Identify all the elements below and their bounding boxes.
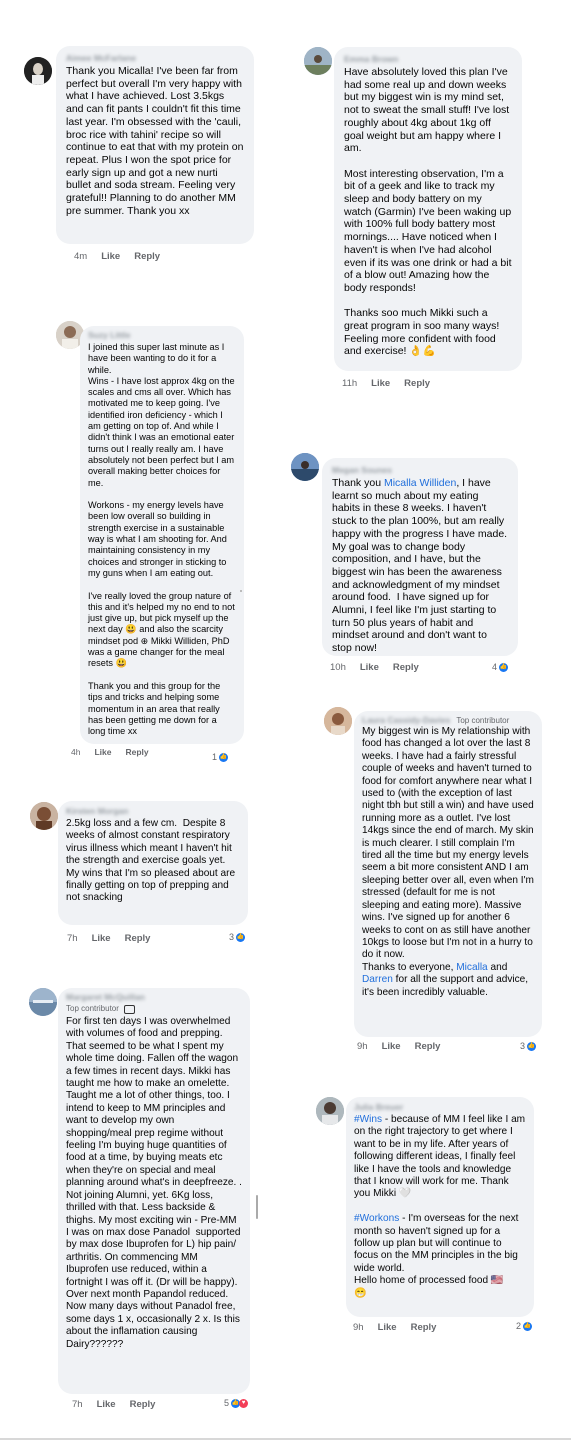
comment-bubble: Aimee McFarlane Thank you Micalla! I've … <box>56 46 254 244</box>
top-contributor-badge: Top contributor <box>66 1004 119 1013</box>
comment-bubble: Megan Sounes Thank you Micalla Williden,… <box>322 458 518 656</box>
comment-author[interactable]: Suzy Little <box>88 330 236 341</box>
comment-time[interactable]: 10h <box>330 662 346 673</box>
avatar[interactable] <box>29 988 57 1016</box>
like-button[interactable]: Like <box>382 1041 401 1052</box>
comment-text: For first ten days I was overwhelmed wit… <box>66 1016 245 1350</box>
like-button[interactable]: Like <box>101 251 120 262</box>
mention-link[interactable]: Micalla <box>456 962 487 973</box>
reaction-count[interactable]: 4 👍 <box>492 662 509 672</box>
like-icon: 👍 <box>499 662 509 672</box>
comment-bubble: Margaret McQuillan Top contributor For f… <box>58 988 250 1394</box>
like-button[interactable]: Like <box>92 933 111 944</box>
comment-time[interactable]: 9h <box>357 1041 368 1052</box>
comment-time[interactable]: 4m <box>74 251 87 262</box>
comment-time[interactable]: 7h <box>72 1399 83 1410</box>
scrollbar-thumb[interactable] <box>256 1195 258 1219</box>
reaction-count[interactable]: 1 👍 <box>212 752 229 762</box>
comment-author[interactable]: Kirsten Morgan <box>66 806 240 817</box>
hashtag-link[interactable]: #Wins <box>354 1114 382 1125</box>
comment-time[interactable]: 9h <box>353 1322 364 1333</box>
comment-author[interactable]: Aimee McFarlane <box>66 53 244 64</box>
reply-button[interactable]: Reply <box>125 933 151 944</box>
avatar[interactable] <box>324 707 352 735</box>
comment-text: 2.5kg loss and a few cm. Despite 8 weeks… <box>66 818 236 904</box>
comment-time[interactable]: 11h <box>342 378 357 389</box>
mention-link[interactable]: Micalla Williden <box>384 477 456 489</box>
reply-button[interactable]: Reply <box>411 1322 437 1333</box>
comment-time[interactable]: 7h <box>67 933 78 944</box>
comment-bubble: Julia Breuer #Wins - because of MM I fee… <box>346 1097 534 1317</box>
reaction-count[interactable]: 3 👍 <box>520 1041 537 1051</box>
comment-author[interactable]: Laura Cassidy-Davies <box>362 715 450 726</box>
comment-text: My biggest win is My relationship with f… <box>362 726 534 998</box>
like-button[interactable]: Like <box>97 1399 116 1410</box>
avatar[interactable] <box>291 453 319 481</box>
comment-text: #Wins - because of MM I feel like I am o… <box>354 1114 526 1299</box>
like-button[interactable]: Like <box>371 378 390 389</box>
like-icon: 👍 <box>527 1041 537 1051</box>
hashtag-link[interactable]: #Workons <box>354 1213 399 1224</box>
avatar[interactable] <box>30 802 58 830</box>
reply-button[interactable]: Reply <box>393 662 419 673</box>
comment-bubble: Kirsten Morgan 2.5kg loss and a few cm. … <box>58 801 248 925</box>
like-button[interactable]: Like <box>360 662 379 673</box>
like-icon: 👍 <box>219 752 229 762</box>
comment-author[interactable]: Margaret McQuillan <box>66 992 242 1003</box>
reply-button[interactable]: Reply <box>404 378 430 389</box>
reply-button[interactable]: Reply <box>415 1041 441 1052</box>
reply-button[interactable]: Reply <box>125 747 148 757</box>
comment-author[interactable]: Julia Breuer <box>354 1102 526 1113</box>
reaction-count[interactable]: 3 👍 <box>229 932 246 942</box>
reaction-count[interactable]: 2 👍 <box>516 1321 533 1331</box>
top-contributor-badge: Top contributor <box>456 715 510 725</box>
comment-author[interactable]: Megan Sounes <box>332 465 508 476</box>
reply-button[interactable]: Reply <box>130 1399 156 1410</box>
avatar[interactable] <box>304 47 332 75</box>
comment-bubble: Laura Cassidy-Davies Top contributor My … <box>354 711 542 1037</box>
like-button[interactable]: Like <box>378 1322 397 1333</box>
comment-text: Have absolutely loved this plan I've had… <box>344 66 512 358</box>
comment-bubble: Emma Brown Have absolutely loved this pl… <box>334 47 522 371</box>
divider <box>240 590 242 592</box>
reaction-count[interactable]: 5 👍 ♥ <box>224 1398 249 1408</box>
comment-time[interactable]: 4h <box>71 747 80 757</box>
comment-text: Thank you Micalla! I've been far from pe… <box>66 65 247 217</box>
like-icon: 👍 <box>523 1321 533 1331</box>
contributor-badge-icon <box>123 1004 135 1014</box>
avatar[interactable] <box>24 57 52 85</box>
comment-text: I joined this super last minute as I hav… <box>88 342 235 737</box>
comment-author[interactable]: Emma Brown <box>344 54 512 65</box>
like-icon: 👍 <box>236 932 246 942</box>
heart-icon: ♥ <box>239 1398 249 1408</box>
comment-bubble: Suzy Little I joined this super last min… <box>80 326 244 744</box>
mention-link[interactable]: Darren <box>362 974 393 985</box>
like-button[interactable]: Like <box>94 747 111 757</box>
reply-button[interactable]: Reply <box>134 251 160 262</box>
avatar[interactable] <box>316 1097 344 1125</box>
comment-text: Thank you Micalla Williden, I have learn… <box>332 477 511 655</box>
